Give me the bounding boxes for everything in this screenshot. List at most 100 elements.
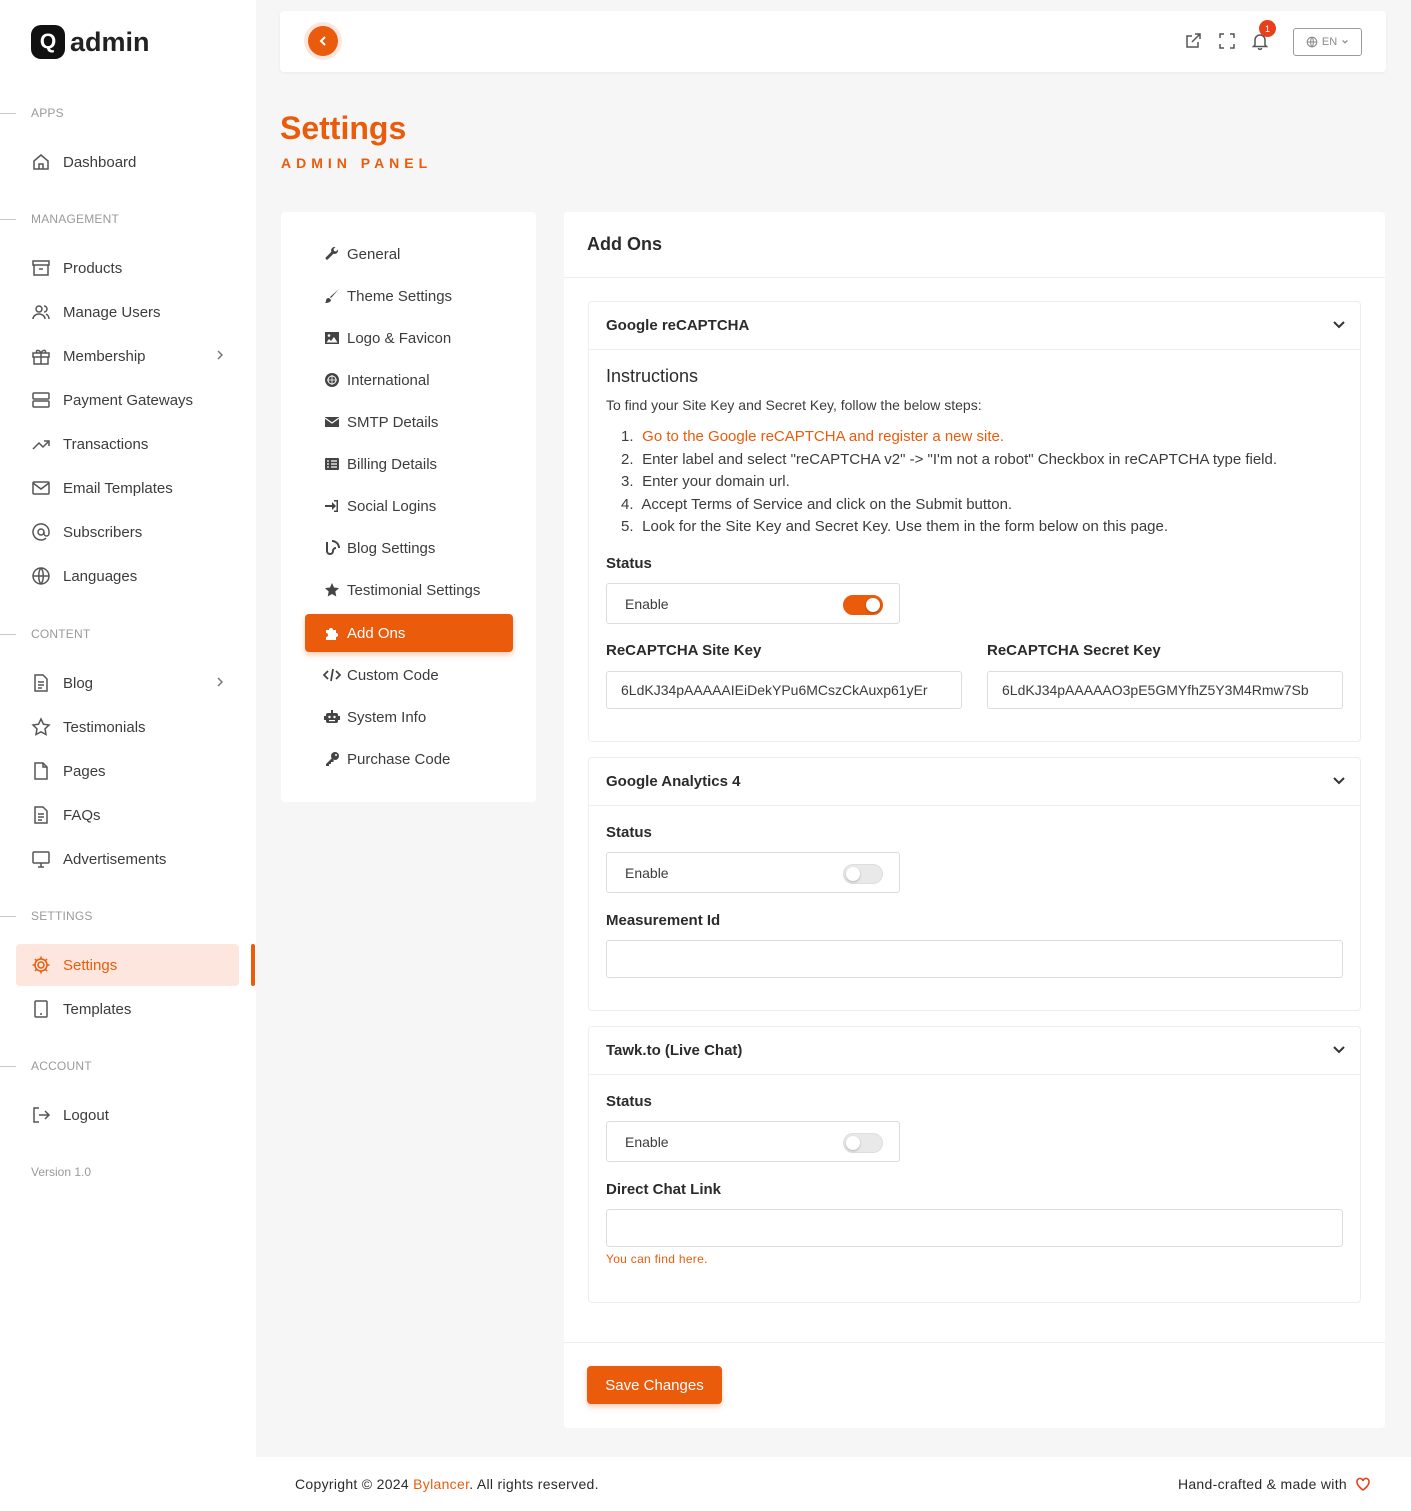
chevron-right-icon: [215, 348, 225, 366]
chevron-down-icon[interactable]: [1332, 774, 1346, 793]
envelope-icon: [323, 414, 341, 430]
sidebar-item-pages[interactable]: Pages: [16, 750, 239, 792]
sidebar-item-label: Languages: [63, 567, 138, 585]
settings-menu-label: International: [347, 371, 430, 389]
fullscreen-button[interactable]: [1216, 30, 1238, 52]
settings-menu-label: Testimonial Settings: [347, 581, 481, 599]
sidebar-item-products[interactable]: Products: [16, 247, 239, 289]
settings-menu-logo-favicon[interactable]: Logo & Favicon: [305, 319, 513, 357]
analytics-status-box: Enable: [606, 852, 900, 893]
step-text: Enter your domain url.: [642, 473, 790, 490]
sidebar-item-testimonials[interactable]: Testimonials: [16, 706, 239, 748]
file-text-icon: [31, 805, 51, 825]
chevron-down-icon: [1342, 39, 1348, 44]
sidebar-item-payment-gateways[interactable]: Payment Gateways: [16, 379, 239, 421]
site-key-input[interactable]: 6LdKJ34pAAAAAIEiDekYPu6MCszCkAuxp61yEr: [606, 671, 962, 709]
tawk-enable-toggle[interactable]: [843, 1133, 883, 1153]
language-label: EN: [1321, 36, 1338, 48]
tawk-card-title: Tawk.to (Live Chat): [606, 1042, 743, 1059]
sidebar-item-membership[interactable]: Membership: [16, 335, 239, 377]
site-key-label: ReCAPTCHA Site Key: [606, 642, 762, 659]
chevron-right-icon: [215, 675, 225, 693]
notifications-button[interactable]: 1: [1249, 20, 1276, 52]
addons-panel: Add Ons Google reCAPTCHA Instructions To…: [564, 212, 1385, 1428]
sidebar-item-email-templates[interactable]: Email Templates: [16, 467, 239, 509]
sidebar-item-label: Settings: [63, 956, 118, 974]
settings-menu-general[interactable]: General: [305, 235, 513, 273]
tawk-help-link[interactable]: You can find here.: [606, 1252, 708, 1266]
section-label-content: CONTENT: [0, 627, 90, 641]
settings-menu-social-logins[interactable]: Social Logins: [305, 487, 513, 525]
sidebar-item-blog[interactable]: Blog: [16, 662, 239, 704]
panel-header: Add Ons: [564, 212, 1385, 278]
chevron-down-icon[interactable]: [1332, 1043, 1346, 1062]
sidebar-item-dashboard[interactable]: Dashboard: [16, 141, 239, 183]
toggle-knob: [846, 867, 860, 881]
tawk-card-header[interactable]: Tawk.to (Live Chat): [589, 1027, 1360, 1075]
page-subtitle: ADMIN PANEL: [281, 155, 433, 171]
sidebar-item-advertisements[interactable]: Advertisements: [16, 838, 239, 880]
copyright-suffix: . All rights reserved.: [469, 1476, 599, 1492]
settings-menu-theme-settings[interactable]: Theme Settings: [305, 277, 513, 315]
settings-menu-label: Logo & Favicon: [347, 329, 452, 347]
language-select[interactable]: EN: [1293, 28, 1362, 56]
analytics-enable-toggle[interactable]: [843, 864, 883, 884]
settings-menu-billing-details[interactable]: Billing Details: [305, 445, 513, 483]
panel-divider: [564, 1342, 1385, 1343]
recaptcha-status-box: Enable: [606, 583, 900, 624]
analytics-card-header[interactable]: Google Analytics 4: [589, 758, 1360, 806]
section-label-apps: APPS: [0, 106, 64, 120]
sidebar-item-logout[interactable]: Logout: [16, 1094, 239, 1136]
settings-menu-purchase-code[interactable]: Purchase Code: [305, 740, 513, 778]
chevron-down-icon[interactable]: [1332, 318, 1346, 337]
direct-chat-link-input[interactable]: [606, 1209, 1343, 1247]
instructions-steps: 1. Go to the Google reCAPTCHA and regist…: [621, 426, 1277, 539]
sidebar-item-manage-users[interactable]: Manage Users: [16, 291, 239, 333]
footer: Copyright © 2024 Bylancer. All rights re…: [256, 1457, 1411, 1511]
recaptcha-card-title: Google reCAPTCHA: [606, 317, 750, 334]
measurement-id-input[interactable]: [606, 940, 1343, 978]
brand-mark: Q: [31, 25, 65, 59]
settings-menu-blog-settings[interactable]: Blog Settings: [305, 529, 513, 567]
brand-name: admin: [70, 26, 150, 57]
settings-menu-custom-code[interactable]: Custom Code: [305, 656, 513, 694]
analytics-card-title: Google Analytics 4: [606, 773, 741, 790]
sidebar-item-settings[interactable]: Settings: [16, 944, 239, 986]
settings-menu-system-info[interactable]: System Info: [305, 698, 513, 736]
puzzle-icon: [323, 625, 341, 641]
collapse-sidebar-button[interactable]: [308, 26, 338, 56]
settings-menu-international[interactable]: International: [305, 361, 513, 399]
save-changes-button[interactable]: Save Changes: [587, 1366, 722, 1404]
sidebar-item-languages[interactable]: Languages: [16, 555, 239, 597]
sidebar-item-faqs[interactable]: FAQs: [16, 794, 239, 836]
sidebar-item-subscribers[interactable]: Subscribers: [16, 511, 239, 553]
step-text: Look for the Site Key and Secret Key. Us…: [642, 518, 1169, 535]
settings-menu-smtp-details[interactable]: SMTP Details: [305, 403, 513, 441]
version-text: Version 1.0: [31, 1165, 92, 1179]
brand-logo[interactable]: Q admin: [31, 25, 150, 59]
section-label-settings: SETTINGS: [0, 909, 93, 923]
sidebar-item-label: Manage Users: [63, 303, 161, 321]
sidebar-item-label: Payment Gateways: [63, 391, 194, 409]
wrench-icon: [323, 246, 341, 262]
sidebar-item-templates[interactable]: Templates: [16, 988, 239, 1030]
tawk-status-label: Status: [606, 1093, 652, 1110]
home-icon: [31, 152, 51, 172]
fullscreen-icon: [1219, 33, 1235, 49]
recaptcha-enable-toggle[interactable]: [843, 595, 883, 615]
company-link[interactable]: Bylancer: [413, 1476, 469, 1492]
settings-menu-add-ons[interactable]: Add Ons: [305, 614, 513, 652]
instruction-step: 5. Look for the Site Key and Secret Key.…: [621, 516, 1277, 539]
sidebar-item-transactions[interactable]: Transactions: [16, 423, 239, 465]
star-icon: [323, 582, 341, 598]
tawk-enable-label: Enable: [625, 1134, 669, 1150]
sidebar-item-label: Pages: [63, 762, 106, 780]
recaptcha-register-link[interactable]: Go to the Google reCAPTCHA and register …: [642, 428, 1004, 445]
external-link-button[interactable]: [1182, 30, 1204, 52]
settings-menu-testimonial-settings[interactable]: Testimonial Settings: [305, 571, 513, 609]
recaptcha-card-header[interactable]: Google reCAPTCHA: [589, 302, 1360, 350]
secret-key-input[interactable]: 6LdKJ34pAAAAAO3pE5GMYfhZ5Y3M4Rmw7Sb: [987, 671, 1343, 709]
at-sign-icon: [31, 522, 51, 542]
trending-up-icon: [31, 434, 51, 454]
external-link-icon: [1186, 33, 1201, 48]
